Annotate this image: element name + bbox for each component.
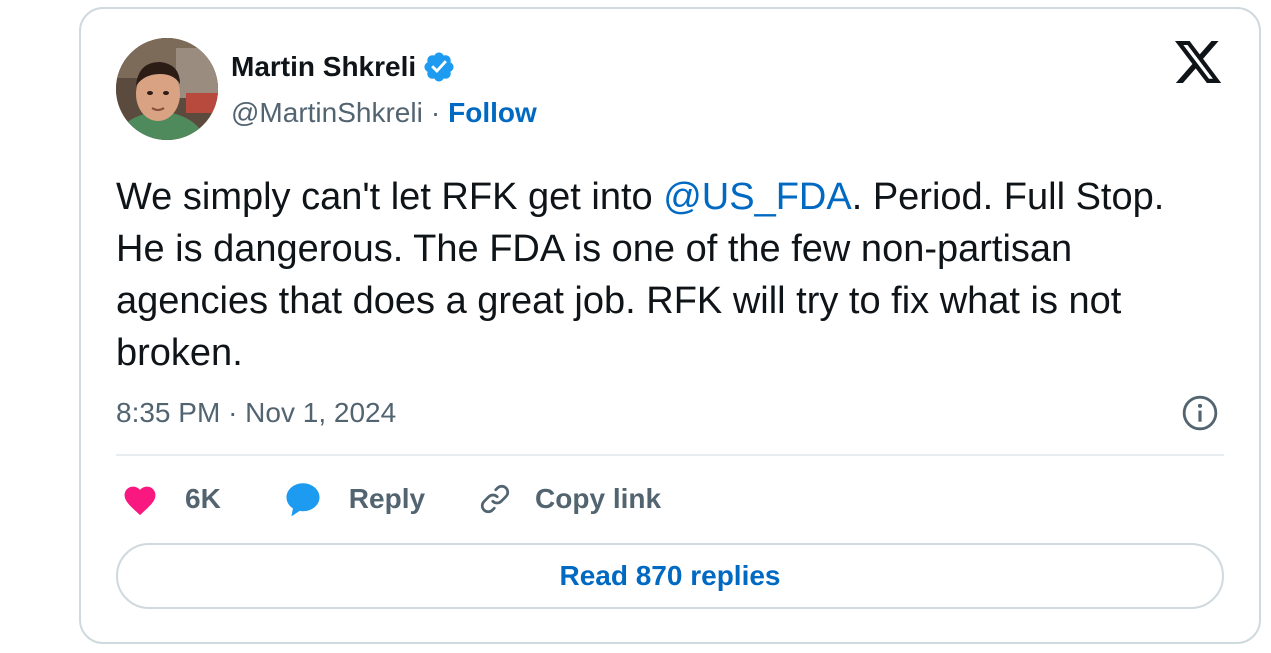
x-logo-icon[interactable] xyxy=(1175,41,1223,85)
like-count: 6K xyxy=(185,483,221,514)
heart-icon xyxy=(124,486,156,516)
mention-link[interactable]: @US_FDA xyxy=(663,176,852,218)
tweet-time: 8:35 PM xyxy=(116,397,221,428)
tweet-text: We simply can't let RFK get into @US_FDA… xyxy=(116,171,1196,379)
tweet-embed-card: Martin Shkreli @MartinShkreli · Follow W… xyxy=(79,7,1261,644)
link-icon xyxy=(481,484,510,514)
avatar[interactable] xyxy=(116,38,218,140)
author-name-row: Martin Shkreli xyxy=(231,47,456,87)
like-button[interactable]: 6K xyxy=(121,482,221,516)
reply-button[interactable]: Reply xyxy=(283,480,425,518)
read-replies-button[interactable]: Read 870 replies xyxy=(116,543,1224,609)
author-name[interactable]: Martin Shkreli xyxy=(231,51,416,83)
info-icon[interactable] xyxy=(1181,394,1219,432)
tweet-timestamp[interactable]: 8:35 PM · Nov 1, 2024 xyxy=(116,397,396,429)
verified-badge-icon xyxy=(424,52,454,82)
timestamp-separator: · xyxy=(228,397,238,428)
follow-button[interactable]: Follow xyxy=(448,97,537,129)
reply-label: Reply xyxy=(348,483,426,514)
author-handle-row: @MartinShkreli · Follow xyxy=(231,95,537,131)
avatar-photo-icon xyxy=(116,38,218,140)
divider xyxy=(116,454,1224,456)
author-handle[interactable]: @MartinShkreli xyxy=(231,97,423,129)
tweet-date: Nov 1, 2024 xyxy=(245,397,397,428)
speech-bubble-icon xyxy=(286,483,320,517)
copy-link-label: Copy link xyxy=(535,483,662,514)
action-bar: 6K Reply Copy link xyxy=(121,477,661,521)
copy-link-button[interactable]: Copy link xyxy=(477,481,661,517)
tweet-text-start: We simply can't let RFK get into xyxy=(116,176,664,218)
separator-dot: · xyxy=(430,97,441,128)
